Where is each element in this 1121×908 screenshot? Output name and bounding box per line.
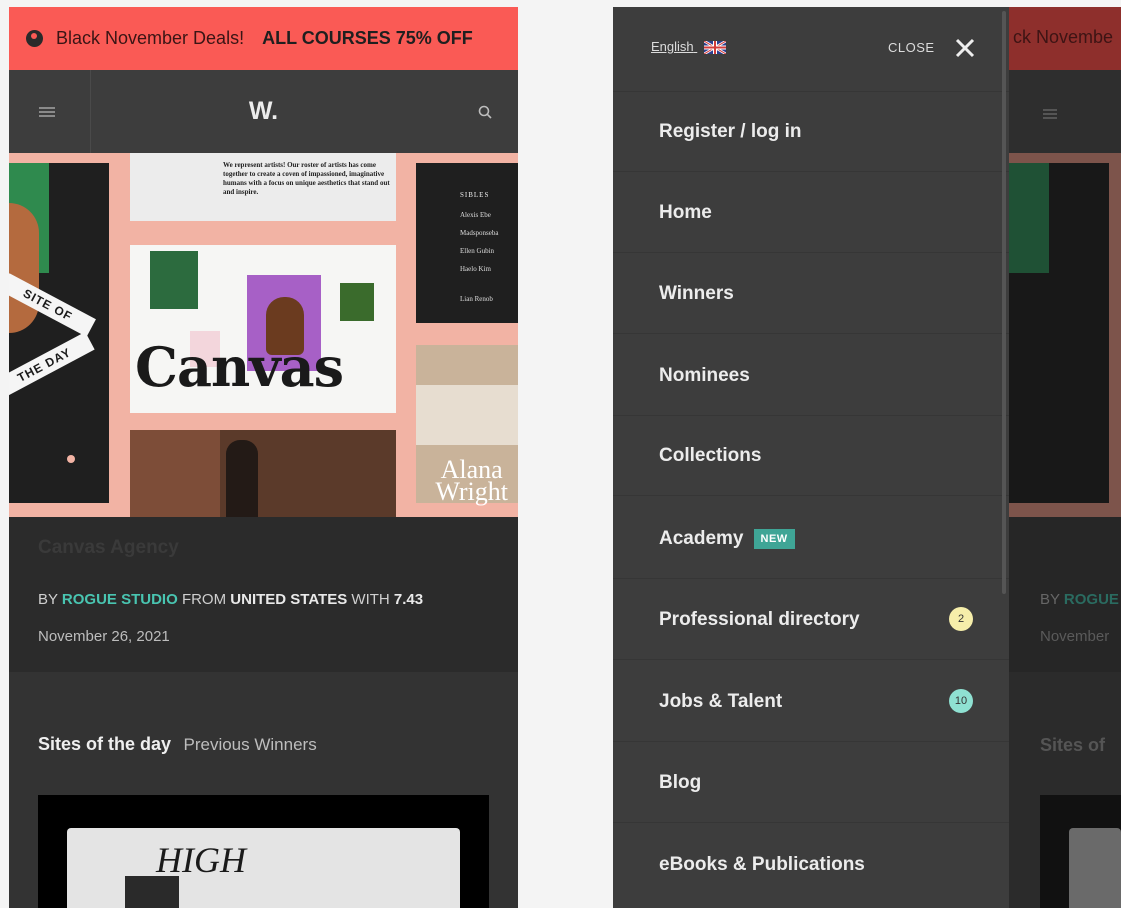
thumbnail-card [67,828,460,908]
thumbnail-text: HIGH [156,840,246,880]
byline-from: FROM [181,591,227,608]
hero-sidebar-name: Madsponseba [460,229,499,237]
menu-item-register[interactable]: Register / log in [613,91,1009,172]
nav-scrollbar[interactable] [1002,11,1006,594]
promo-label: Black November Deals! [56,28,245,48]
hero-alana-line-2: Wright [435,477,508,506]
country-label: UNITED STATES [230,591,348,608]
background-author: ROGUE [1063,591,1119,608]
promo-deal[interactable]: ALL COURSES 75% OFF [262,28,473,49]
section-title: Sites of the day [38,734,172,754]
language-selector[interactable]: English [651,39,727,55]
background-section-title: Sites of [1040,735,1106,755]
menu-item-label: eBooks & Publications [659,854,865,875]
mobile-screen-menu-open: ck Novembe BY ROGUE November Sites of En… [613,7,1121,908]
hero-phone-left [9,163,109,503]
uk-flag-icon [704,41,727,55]
background-thumbnail [1040,795,1121,908]
nav-drawer: English CLOSE Register / log in Home Win… [613,7,1009,908]
hero-blurb-panel: We represent artists! Our roster of arti… [130,153,396,221]
site-info: Canvas Agency BY ROGUE STUDIO FROM UNITE… [9,517,518,672]
academy-label: Academy [659,528,744,549]
menu-item-label: Home [659,202,712,223]
search-icon[interactable] [478,105,492,119]
count-badge: 2 [949,607,973,631]
background-hero [1009,153,1121,517]
hero-photo-bottom [130,430,396,517]
site-logo[interactable]: W. [9,70,518,153]
menu-item-label: Winners [659,283,734,304]
promo-icon [26,30,43,47]
byline-by: BY [38,591,58,608]
background-by: BY [1040,591,1060,608]
new-badge: NEW [753,528,795,549]
menu-item-label: Blog [659,772,702,793]
winner-thumbnail[interactable]: HIGH [38,795,489,908]
background-promo-text: ck Novembe [1013,27,1114,47]
award-date: November 26, 2021 [38,628,170,645]
top-bar: W. [9,70,518,153]
menu-item-winners[interactable]: Winners [613,253,1009,334]
background-byline: BY ROGUE [1040,591,1119,608]
close-label[interactable]: CLOSE [888,40,935,55]
hero-sidebar-name: Ellen Gubin [460,247,495,255]
sites-of-the-day-heading: Sites of the day Previous Winners [38,734,317,755]
menu-item-home[interactable]: Home [613,172,1009,253]
byline-with: WITH [351,591,390,608]
close-icon[interactable] [955,38,975,58]
menu-item-label: Register / log in [659,121,802,142]
mobile-screen-homepage: Black November Deals! ALL COURSES 75% OF… [9,7,518,908]
hero-canvas-word: Canvas [135,335,344,399]
menu-item-nominees[interactable]: Nominees [613,335,1009,416]
previous-winners-link[interactable]: Previous Winners [183,735,316,754]
hero-blurb: We represent artists! Our roster of arti… [223,161,390,196]
nav-drawer-header: English CLOSE [613,7,1009,92]
menu-item-professional-directory[interactable]: Professional directory 2 [613,579,1009,660]
score-value: 7.43 [393,591,424,608]
menu-item-label: Collections [659,445,762,466]
menu-item-ebooks[interactable]: eBooks & Publications [613,824,1009,905]
menu-item-label: Jobs & Talent [659,691,783,712]
hero-sidebar-panel: SIBLES Alexis Ebe Madsponseba Ellen Gubi… [416,163,518,323]
background-hamburger-icon [1043,109,1057,119]
background-date: November [1040,628,1110,645]
hero-screenshot[interactable]: We represent artists! Our roster of arti… [9,153,518,517]
menu-item-jobs-talent[interactable]: Jobs & Talent 10 [613,661,1009,742]
site-name[interactable]: Canvas Agency [38,537,179,559]
hero-sidebar-name: Alexis Ebe [460,211,491,219]
hero-alana-text: Alana Wright [435,457,508,506]
menu-item-blog[interactable]: Blog [613,742,1009,823]
site-byline: BY ROGUE STUDIO FROM UNITED STATES WITH … [38,591,423,608]
menu-item-academy[interactable]: Academy NEW [613,498,1009,579]
menu-item-label: Academy NEW [659,498,795,579]
hero-sidebar-name: Lian Renob [460,295,493,303]
count-badge: 10 [949,689,973,713]
author-link[interactable]: ROGUE STUDIO [62,591,178,608]
hero-sidebar-name: Haelo Kim [460,265,491,273]
promo-banner[interactable]: Black November Deals! ALL COURSES 75% OF… [9,7,518,70]
language-label: English [651,39,694,54]
menu-item-label: Nominees [659,365,750,386]
menu-item-collections[interactable]: Collections [613,415,1009,496]
hero-sidebar-title: SIBLES [460,191,490,199]
menu-item-label: Professional directory [659,609,860,630]
